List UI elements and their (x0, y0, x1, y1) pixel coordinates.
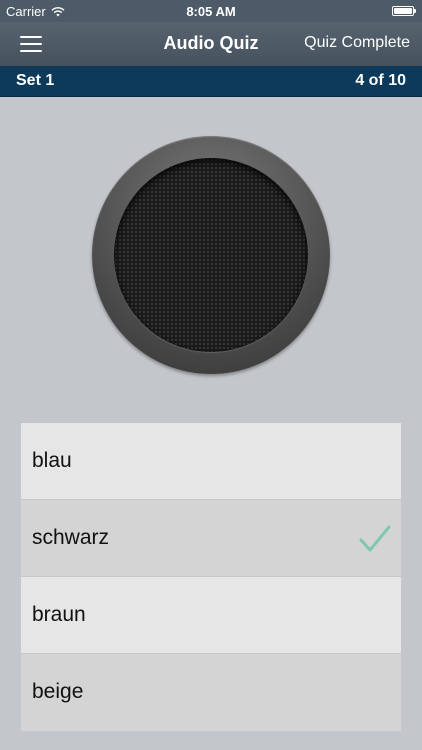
set-progress-bar: Set 1 4 of 10 (0, 66, 422, 97)
quiz-complete-button[interactable]: Quiz Complete (304, 34, 410, 52)
checkmark-icon (359, 525, 391, 552)
answer-label: braun (32, 603, 86, 626)
question-counter: 4 of 10 (355, 72, 406, 89)
answer-label: beige (32, 680, 84, 703)
answer-option[interactable]: blau (21, 423, 401, 500)
answer-option[interactable]: beige (21, 654, 401, 731)
navigation-bar: Audio Quiz Quiz Complete (0, 22, 422, 66)
answer-option[interactable]: schwarz (21, 500, 401, 577)
speaker-play-button[interactable] (92, 136, 330, 374)
status-time: 8:05 AM (186, 4, 236, 19)
answer-list: blau schwarz braun beige (21, 423, 401, 731)
battery-icon (392, 6, 416, 16)
status-bar: Carrier 8:05 AM (0, 0, 422, 22)
set-name: Set 1 (16, 72, 55, 89)
answer-label: schwarz (32, 526, 110, 549)
answer-option[interactable]: braun (21, 577, 401, 654)
answer-label: blau (32, 449, 72, 472)
speaker-icon (114, 158, 308, 352)
